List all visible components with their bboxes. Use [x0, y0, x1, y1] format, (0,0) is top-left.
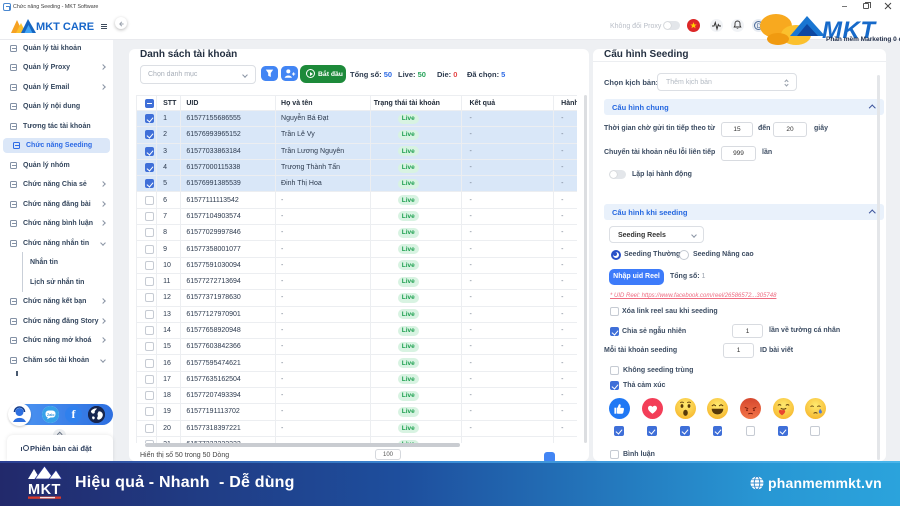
svg-text:MKT: MKT	[28, 482, 61, 498]
svg-text:Zalo: Zalo	[47, 413, 55, 417]
